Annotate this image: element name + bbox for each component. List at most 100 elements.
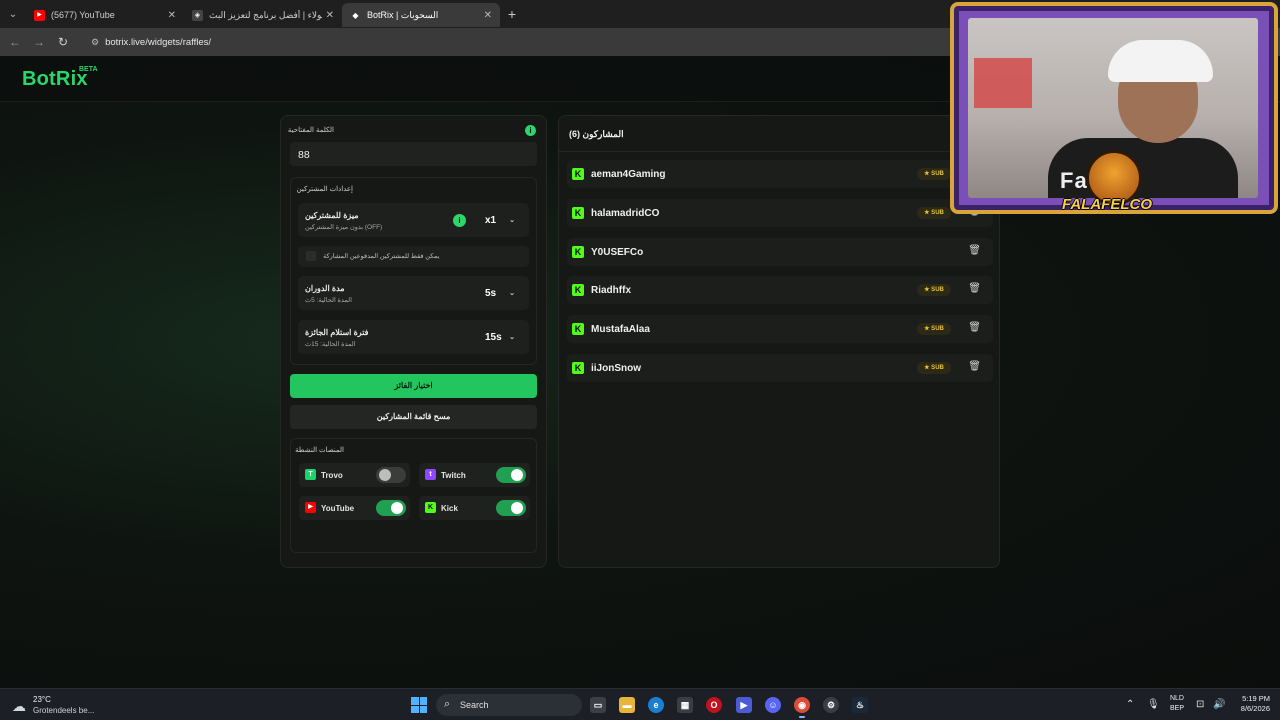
chevron-up-icon[interactable]: ⌃ xyxy=(1126,699,1134,710)
windows-logo-tile xyxy=(419,705,427,713)
sub-badge: ★ SUB xyxy=(917,284,951,296)
windows-logo-tile xyxy=(411,697,419,705)
volume-icon[interactable]: 🔊 xyxy=(1213,699,1225,710)
participant-row[interactable]: K Y0USEFCo 🗑 xyxy=(567,238,993,266)
sub-bonus-title: ميزة للمشتركين xyxy=(305,211,359,220)
tab-title: BotRix | السحوبات xyxy=(367,9,439,20)
kick-icon: K xyxy=(572,207,584,219)
kick-toggle[interactable] xyxy=(496,500,526,516)
participant-row[interactable]: K aeman4Gaming ★ SUB 🗑 xyxy=(567,160,993,188)
clear-participants-button[interactable]: مسح قائمة المشاركين xyxy=(290,405,537,429)
tab-loyalty[interactable]: ◈ الولاء | أفضل برنامج لتعزيز البث ✕ xyxy=(184,3,342,27)
delete-icon[interactable]: 🗑 xyxy=(968,361,981,372)
raffle-settings-panel: الكلمة المفتاحية i 88 إعدادات المشتركين … xyxy=(280,115,547,568)
keyword-label: الكلمة المفتاحية xyxy=(287,127,334,134)
divider xyxy=(559,151,999,152)
weather-temperature[interactable]: 23°C xyxy=(33,695,51,704)
youtube-toggle[interactable] xyxy=(376,500,406,516)
site-favicon-icon: ◈ xyxy=(192,9,203,21)
pick-winner-button[interactable]: اختيار الفائز xyxy=(290,374,537,398)
app-icon[interactable]: ▶ xyxy=(736,697,752,713)
subs-only-row[interactable]: يمكن فقط للمشتركين المدفوعين المشاركة xyxy=(298,246,529,267)
network-icon[interactable]: ⊡ xyxy=(1196,699,1204,710)
clock-date: 8/6/2026 xyxy=(1240,704,1270,713)
windows-taskbar: ☁ 23°C Grotendeels be... ⌕ Search ▭ ▬ e … xyxy=(0,688,1280,720)
sub-badge: ★ SUB xyxy=(917,362,951,374)
rotation-row: مدة الدوران المدة الحالية: 5ث 5s ⌄ xyxy=(298,276,529,310)
windows-logo-tile xyxy=(419,697,427,705)
cloud-icon[interactable]: ☁ xyxy=(12,698,26,715)
settings-gear-icon[interactable]: ⚙ xyxy=(823,697,839,713)
back-arrow-icon[interactable]: ← xyxy=(3,35,27,49)
clock-time: 5:19 PM xyxy=(1242,694,1270,703)
youtube-icon: ▶ xyxy=(305,502,316,513)
tab-title: الولاء | أفضل برنامج لتعزيز البث xyxy=(209,9,322,20)
sub-bonus-select[interactable]: x1 ⌄ xyxy=(475,211,521,229)
subs-only-label: يمكن فقط للمشتركين المدفوعين المشاركة xyxy=(323,253,440,260)
participant-row[interactable]: K MustafaAlaa ★ SUB 🗑 xyxy=(567,315,993,343)
sub-bonus-value: x1 xyxy=(485,214,497,226)
reload-icon[interactable]: ↻ xyxy=(51,35,75,49)
new-tab-button[interactable]: + xyxy=(500,6,524,22)
site-info-icon[interactable]: ⚙ xyxy=(91,37,99,48)
microphone-icon[interactable]: 🎙 xyxy=(1147,699,1160,710)
participant-name: Riadhffx xyxy=(591,285,631,296)
chevron-down-icon: ⌄ xyxy=(509,290,515,297)
delete-icon[interactable]: 🗑 xyxy=(968,322,981,333)
chevron-down-icon: ⌄ xyxy=(509,217,515,224)
keyword-info-icon[interactable]: i xyxy=(525,125,536,136)
background-light xyxy=(974,58,1032,108)
rotation-select[interactable]: 5s ⌄ xyxy=(475,284,521,302)
sub-bonus-info-icon[interactable]: i xyxy=(453,214,466,227)
twitch-toggle[interactable] xyxy=(496,467,526,483)
steam-icon[interactable]: ♨ xyxy=(852,697,868,713)
task-view-icon[interactable]: ▭ xyxy=(590,697,606,713)
search-label: Search xyxy=(460,700,489,710)
participant-row[interactable]: K halamadridCO ★ SUB 🗑 xyxy=(567,199,993,227)
kick-icon: K xyxy=(572,284,584,296)
tab-close-icon[interactable]: ✕ xyxy=(326,10,334,21)
tab-close-icon[interactable]: ✕ xyxy=(484,10,492,21)
participants-panel: المشاركون (6) K aeman4Gaming ★ SUB 🗑 K h… xyxy=(558,115,1000,568)
platform-name: Twitch xyxy=(441,471,466,480)
forward-arrow-icon[interactable]: → xyxy=(27,35,51,49)
tab-close-icon[interactable]: ✕ xyxy=(168,10,176,21)
start-button[interactable] xyxy=(411,697,427,713)
kick-icon: K xyxy=(572,362,584,374)
botrix-logo[interactable]: BotRix xyxy=(22,68,88,91)
url-bar[interactable]: ⚙ botrix.live/widgets/raffles/ xyxy=(81,31,981,53)
platform-name: Kick xyxy=(441,504,458,513)
sub-bonus-row: ميزة للمشتركين بدون ميزة المشتركين (OFF)… xyxy=(298,203,529,237)
weather-description[interactable]: Grotendeels be... xyxy=(33,706,94,715)
active-platforms: المنصات النشطة T Trovo t Twitch ▶ YouTub… xyxy=(290,438,537,553)
subscriber-settings: إعدادات المشتركين ميزة للمشتركين بدون مي… xyxy=(290,177,537,365)
store-icon[interactable]: ▦ xyxy=(677,697,693,713)
claim-select[interactable]: 15s ⌄ xyxy=(475,328,521,346)
discord-icon[interactable]: ☺ xyxy=(765,697,781,713)
tab-youtube[interactable]: ▶ (5677) YouTube ✕ xyxy=(26,3,184,27)
keyword-input[interactable]: 88 xyxy=(290,142,537,166)
tab-botrix[interactable]: ◆ BotRix | السحوبات ✕ xyxy=(342,3,500,27)
clock[interactable]: 5:19 PM 8/6/2026 xyxy=(1232,694,1270,714)
tab-search-chevron-icon[interactable]: ⌄ xyxy=(0,0,26,28)
sub-badge: ★ SUB xyxy=(917,168,951,180)
kick-icon: K xyxy=(425,502,436,513)
taskbar-search[interactable]: ⌕ Search xyxy=(436,694,582,716)
subs-only-checkbox[interactable] xyxy=(306,251,316,261)
participants-title: المشاركون (6) xyxy=(569,129,624,139)
windows-logo-tile xyxy=(411,705,419,713)
participant-row[interactable]: K iiJonSnow ★ SUB 🗑 xyxy=(567,354,993,382)
participant-name: MustafaAlaa xyxy=(591,324,650,335)
language-indicator[interactable]: NLD BEP xyxy=(1168,694,1186,714)
participant-row[interactable]: K Riadhffx ★ SUB 🗑 xyxy=(567,276,993,304)
platform-name: Trovo xyxy=(321,471,343,480)
opera-gx-icon[interactable]: O xyxy=(706,697,722,713)
file-explorer-icon[interactable]: ▬ xyxy=(619,697,635,713)
claim-subtitle: المدة الحالية: 15ث xyxy=(305,341,356,348)
edge-icon[interactable]: e xyxy=(648,697,664,713)
chrome-icon[interactable]: ◉ xyxy=(794,697,810,718)
delete-icon[interactable]: 🗑 xyxy=(968,283,981,294)
botrix-favicon-icon: ◆ xyxy=(352,10,359,20)
trovo-toggle[interactable] xyxy=(376,467,406,483)
delete-icon[interactable]: 🗑 xyxy=(968,245,981,256)
